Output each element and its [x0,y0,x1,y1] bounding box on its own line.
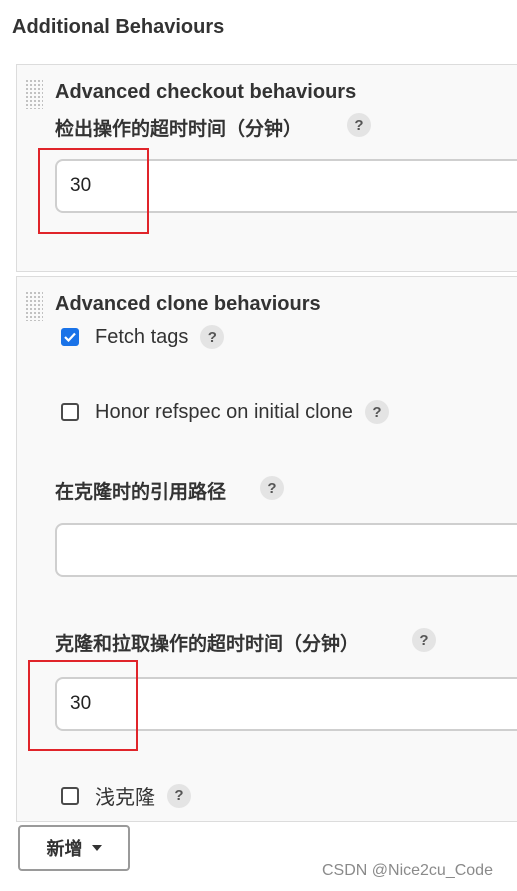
checkout-timeout-label: 检出操作的超时时间（分钟） [55,119,303,140]
clone-timeout-label: 克隆和拉取操作的超时时间（分钟） [55,634,360,655]
drag-handle-icon[interactable] [25,79,43,109]
checkmark-icon [64,332,76,342]
ref-path-input[interactable] [55,523,517,577]
add-button[interactable]: 新增 [18,825,130,871]
watermark: CSDN @Nice2cu_Code [322,862,493,879]
fetch-tags-row[interactable]: Fetch tags ? [61,325,225,349]
honor-refspec-help-icon[interactable]: ? [364,400,389,424]
honor-refspec-checkbox[interactable] [61,403,79,421]
clone-timeout-input[interactable] [55,677,517,731]
shallow-clone-row[interactable]: 浅克隆 ? [61,781,191,810]
caret-down-icon [91,845,102,851]
section-title: Additional Behaviours [12,16,225,38]
drag-handle-icon[interactable] [25,291,43,321]
honor-refspec-label: Honor refspec on initial clone [95,400,353,423]
ref-path-help-icon[interactable]: ? [260,476,284,500]
shallow-clone-checkbox[interactable] [61,786,79,805]
clone-timeout-help-icon[interactable]: ? [412,628,436,652]
clone-behaviours-panel: Advanced clone behaviours Fetch tags ? H… [16,276,517,822]
checkout-timeout-help-icon[interactable]: ? [347,113,371,137]
shallow-clone-label: 浅克隆 [95,787,155,809]
ref-path-label: 在克隆时的引用路径 [55,482,227,503]
checkout-panel-title: Advanced checkout behaviours [55,81,357,103]
checkout-behaviours-panel: Advanced checkout behaviours 检出操作的超时时间（分… [16,64,517,272]
fetch-tags-help-icon[interactable]: ? [200,325,225,349]
checkout-timeout-input[interactable] [55,159,517,213]
fetch-tags-label: Fetch tags [95,325,189,348]
clone-panel-title: Advanced clone behaviours [55,293,321,315]
shallow-clone-help-icon[interactable]: ? [167,783,191,808]
honor-refspec-row[interactable]: Honor refspec on initial clone ? [61,400,389,424]
fetch-tags-checkbox[interactable] [61,328,79,346]
add-button-label: 新增 [46,839,83,859]
